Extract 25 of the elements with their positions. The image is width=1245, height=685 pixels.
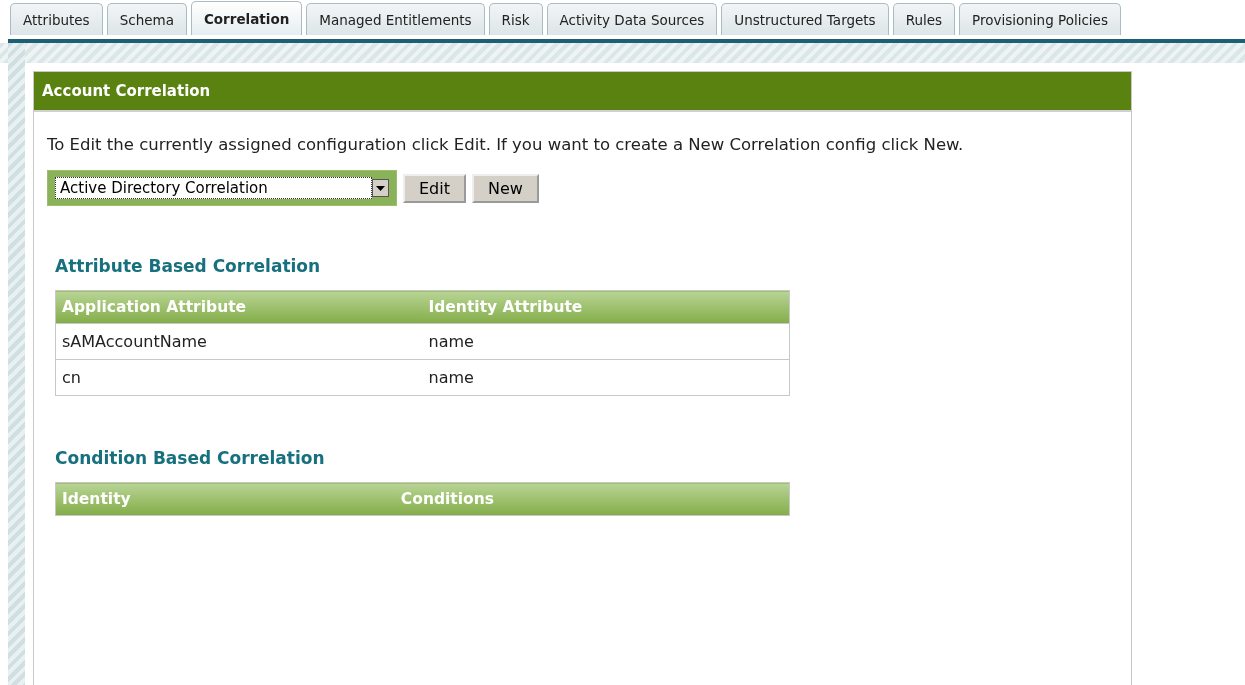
table-cell: cn	[55, 359, 423, 396]
table-cell: sAMAccountName	[55, 323, 423, 360]
tab[interactable]: Provisioning Policies	[959, 3, 1121, 35]
tab[interactable]: Attributes	[10, 3, 103, 35]
column-header: Conditions	[394, 482, 790, 516]
action-button[interactable]: Edit	[403, 173, 466, 203]
tab[interactable]: Risk	[488, 3, 543, 35]
panel-title: Account Correlation	[34, 72, 1131, 112]
tab[interactable]: Managed Entitlements	[306, 3, 485, 35]
table-cell: name	[422, 323, 790, 360]
section-heading: Condition Based Correlation	[55, 448, 326, 468]
tab[interactable]: Unstructured Targets	[721, 3, 889, 35]
tab[interactable]: Activity Data Sources	[546, 3, 718, 35]
action-button[interactable]: New	[472, 173, 539, 203]
instructions: To Edit the currently assigned configuration click Edit. If you want to create a New Correlation config click New.	[47, 134, 965, 156]
tab[interactable]: Rules	[892, 3, 956, 35]
section-heading: Attribute Based Correlation	[55, 256, 322, 276]
config-select[interactable]: Active Directory Correlation	[47, 170, 397, 206]
tab[interactable]: Correlation	[190, 1, 303, 35]
table-cell: name	[422, 359, 790, 396]
column-header: Identity Attribute	[422, 290, 790, 324]
tab[interactable]: Schema	[106, 3, 187, 35]
select-value: Active Directory Correlation	[55, 177, 372, 199]
column-header: Identity	[55, 482, 395, 516]
column-header: Application Attribute	[55, 290, 423, 324]
